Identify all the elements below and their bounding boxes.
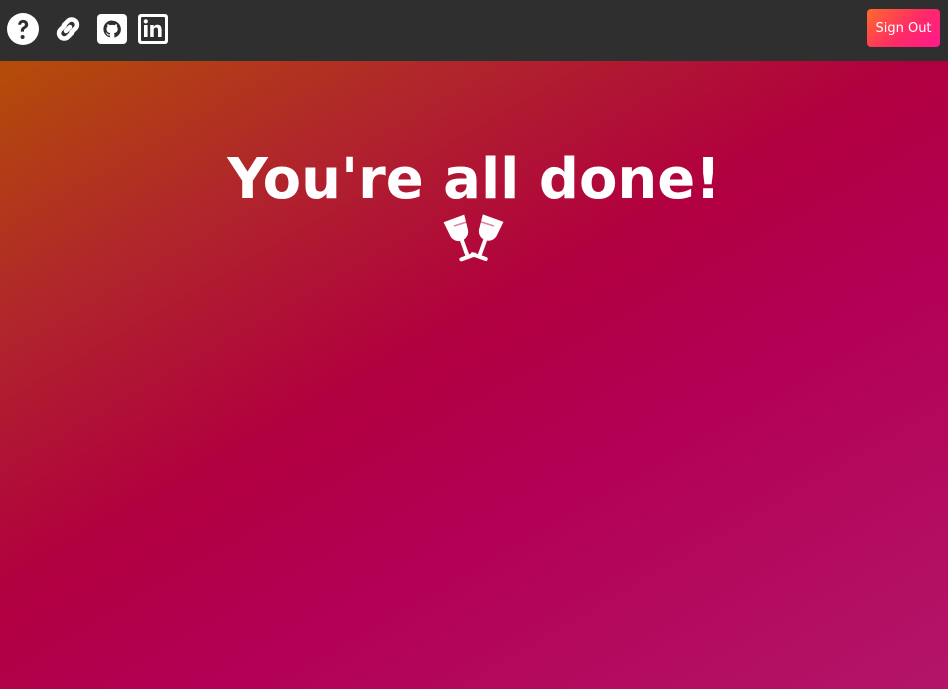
top-navigation-bar: Sign Out [0,0,948,61]
sign-out-button[interactable]: Sign Out [867,9,940,47]
question-circle-icon[interactable] [6,12,40,46]
completion-panel: You're all done! [0,61,948,689]
link-icon[interactable] [51,12,85,46]
page-title: You're all done! [227,147,721,212]
glasses-cheers-icon [437,211,511,271]
linkedin-icon[interactable] [136,12,170,46]
github-icon[interactable] [95,12,129,46]
